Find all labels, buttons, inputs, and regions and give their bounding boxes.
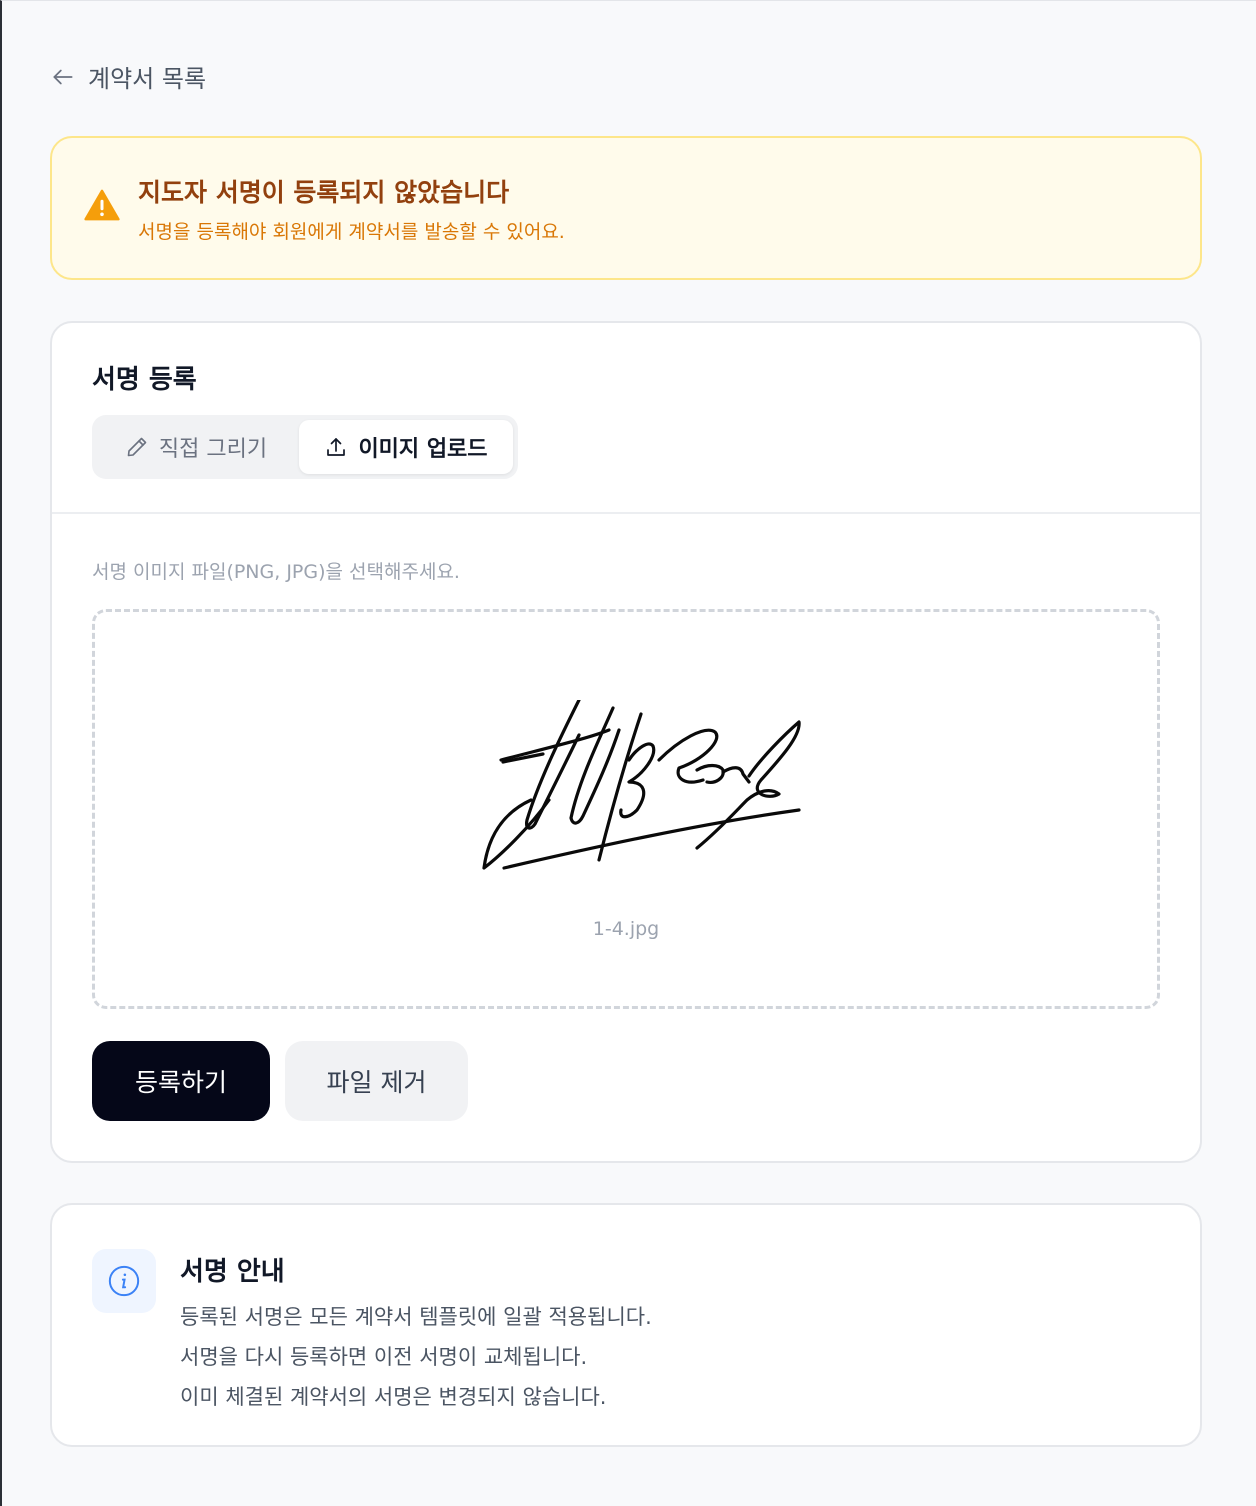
signature-preview-image (482, 700, 801, 870)
info-icon-box (92, 1249, 156, 1313)
info-line: 이미 체결된 계약서의 서명은 변경되지 않습니다. (180, 1385, 607, 1409)
tab-draw-directly[interactable]: 직접 그리기 (97, 420, 295, 474)
upload-hint: 서명 이미지 파일(PNG, JPG)을 선택해주세요. (92, 561, 460, 583)
info-lines: 등록된 서명은 모든 계약서 템플릿에 일괄 적용됩니다. 서명을 다시 등록하… (180, 1297, 652, 1417)
signature-info-card: 서명 안내 등록된 서명은 모든 계약서 템플릿에 일괄 적용됩니다. 서명을 … (50, 1203, 1202, 1447)
signature-image-dropzone[interactable]: 1-4.jpg (92, 609, 1160, 1009)
arrow-left-icon (53, 69, 73, 84)
tab-upload-label: 이미지 업로드 (358, 437, 488, 462)
warning-triangle-icon (84, 189, 120, 221)
alert-description: 서명을 등록해야 회원에게 계약서를 발송할 수 있어요. (138, 220, 565, 243)
register-card-title: 서명 등록 (92, 365, 197, 395)
info-line: 등록된 서명은 모든 계약서 템플릿에 일괄 적용됩니다. (180, 1305, 652, 1329)
card-divider (52, 512, 1200, 514)
signature-method-tabs: 직접 그리기 이미지 업로드 (92, 415, 518, 479)
tab-draw-label: 직접 그리기 (158, 437, 268, 462)
signature-missing-alert: 지도자 서명이 등록되지 않았습니다 서명을 등록해야 회원에게 계약서를 발송… (50, 136, 1202, 280)
pencil-icon (127, 437, 147, 457)
info-icon (108, 1265, 140, 1297)
alert-title: 지도자 서명이 등록되지 않았습니다 (138, 177, 510, 207)
back-link-label: 계약서 목록 (88, 65, 207, 93)
info-card-title: 서명 안내 (180, 1257, 285, 1287)
tab-image-upload[interactable]: 이미지 업로드 (299, 420, 513, 474)
remove-file-button[interactable]: 파일 제거 (285, 1041, 468, 1121)
uploaded-file-name: 1-4.jpg (592, 918, 660, 940)
signature-register-card: 서명 등록 직접 그리기 이미지 업로드 서명 이미지 파일(PNG, JPG)… (50, 321, 1202, 1163)
upload-icon (327, 438, 346, 456)
info-line: 서명을 다시 등록하면 이전 서명이 교체됩니다. (180, 1345, 588, 1369)
back-to-contract-list-link[interactable]: 계약서 목록 (50, 59, 206, 94)
register-signature-button[interactable]: 등록하기 (92, 1041, 270, 1121)
